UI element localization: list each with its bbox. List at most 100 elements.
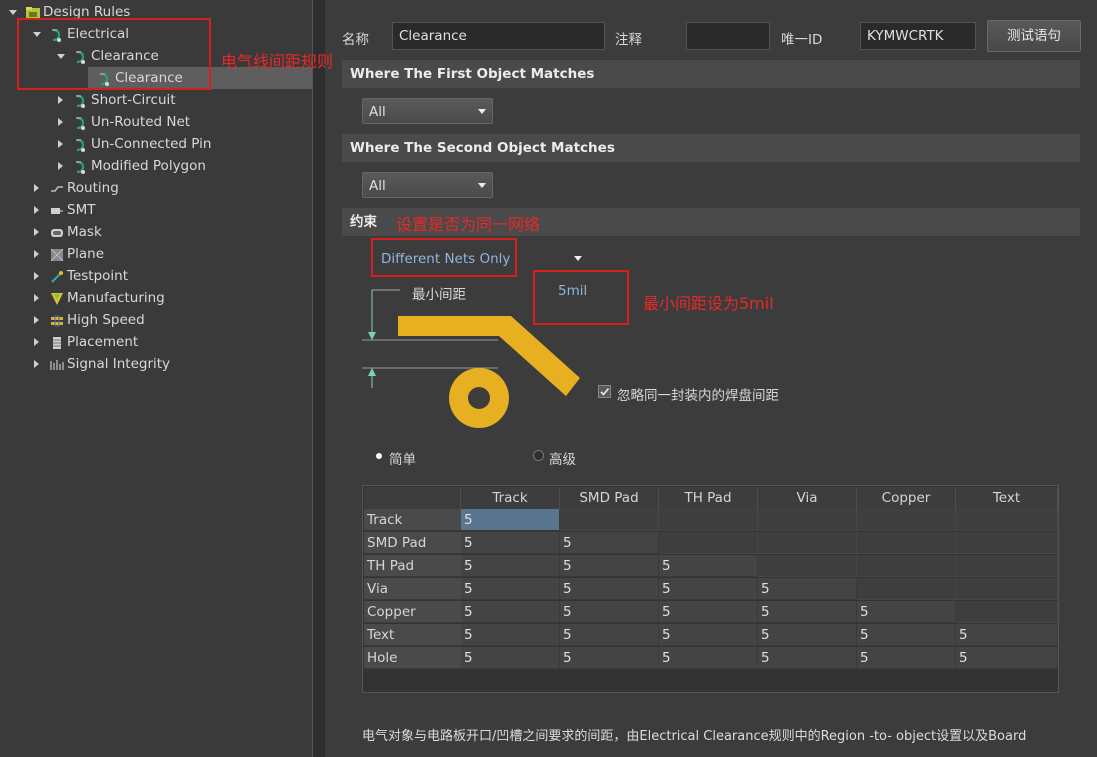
grid-cell[interactable]: 5 [461,532,560,554]
high-speed-icon [50,313,64,327]
rule-icon [74,93,88,108]
grid-cell[interactable]: 5 [758,578,857,600]
tree-item[interactable]: Placement [0,331,312,353]
grid-cell[interactable]: 5 [461,647,560,669]
expand-arrow-icon[interactable] [58,140,63,148]
expand-arrow-icon[interactable] [58,118,63,126]
grid-cell[interactable]: 5 [659,555,758,577]
tree-item[interactable]: Short-Circuit [0,89,312,111]
grid-cell-empty [956,555,1058,577]
grid-row-header: Copper [364,601,461,623]
tree-item-label: Un-Connected Pin [91,136,212,152]
radio-simple[interactable] [374,451,384,461]
grid-cell[interactable]: 5 [560,601,659,623]
expand-arrow-icon[interactable] [34,228,39,236]
grid-cell[interactable]: 5 [560,624,659,646]
radio-simple-label: 简单 [389,452,416,468]
grid-cell[interactable]: 5 [857,624,956,646]
grid-cell-empty [758,555,857,577]
grid-cell[interactable]: 5 [560,578,659,600]
grid-cell[interactable]: 5 [560,532,659,554]
grid-cell[interactable]: 5 [461,509,560,531]
grid-cell[interactable]: 5 [758,601,857,623]
tree-item-label: High Speed [67,312,145,328]
grid-cell[interactable]: 5 [956,647,1058,669]
grid-cell[interactable]: 5 [956,624,1058,646]
comment-label: 注释 [615,32,642,48]
annotation-min-spacing: 最小间距设为5mil [643,294,774,313]
chevron-down-icon [478,183,486,188]
grid-cell-empty [758,532,857,554]
expand-arrow-icon[interactable] [34,272,39,280]
expand-arrow-icon[interactable] [34,206,39,214]
grid-cell[interactable]: 5 [857,601,956,623]
grid-column-header: TH Pad [659,487,758,509]
grid-cell[interactable]: 5 [659,647,758,669]
second-object-section-header: Where The Second Object Matches [342,134,1080,162]
grid-cell-empty [956,509,1058,531]
radio-advanced[interactable] [533,450,544,461]
grid-cell[interactable]: 5 [857,647,956,669]
testpoint-icon [50,269,64,283]
rule-icon [74,159,88,174]
signal-integrity-icon [50,357,64,371]
grid-cell[interactable]: 5 [461,578,560,600]
grid-cell[interactable]: 5 [461,601,560,623]
grid-column-header: Copper [857,487,956,509]
tree-item-label: Mask [67,224,102,240]
grid-cell[interactable]: 5 [659,601,758,623]
expand-arrow-icon[interactable] [34,294,39,302]
tree-item[interactable]: High Speed [0,309,312,331]
tree-item[interactable]: SMT [0,199,312,221]
grid-cell[interactable]: 5 [659,578,758,600]
name-label: 名称 [342,32,369,48]
tree-item[interactable]: Manufacturing [0,287,312,309]
tree-item-label: Modified Polygon [91,158,206,174]
tree-item[interactable]: Mask [0,221,312,243]
collapse-arrow-icon[interactable] [9,10,17,15]
arrow-up-icon [368,368,376,376]
expand-arrow-icon[interactable] [34,338,39,346]
tree-item[interactable]: Modified Polygon [0,155,312,177]
tree-item-label: Testpoint [67,268,129,284]
grid-cell-empty [659,532,758,554]
expand-arrow-icon[interactable] [34,184,39,192]
tree-item[interactable]: Testpoint [0,265,312,287]
tree-item[interactable]: Un-Routed Net [0,111,312,133]
grid-cell[interactable]: 5 [461,555,560,577]
tree-item[interactable]: Plane [0,243,312,265]
expand-arrow-icon[interactable] [34,360,39,368]
footer-description: 电气对象与电路板开口/凹槽之间要求的间距，由Electrical Clearan… [362,729,1027,744]
rule-icon [74,115,88,130]
grid-cell[interactable]: 5 [758,647,857,669]
tree-item-label: Placement [67,334,139,350]
grid-column-header: SMD Pad [560,487,659,509]
grid-row-header: SMD Pad [364,532,461,554]
tree-item[interactable]: Un-Connected Pin [0,133,312,155]
test-query-button[interactable]: 测试语句 [987,20,1081,52]
grid-cell-empty [857,532,956,554]
tree-item[interactable]: Routing [0,177,312,199]
grid-cell[interactable]: 5 [461,624,560,646]
expand-arrow-icon[interactable] [58,162,63,170]
comment-field[interactable] [686,22,770,50]
grid-cell-empty [956,601,1058,623]
expand-arrow-icon[interactable] [34,316,39,324]
grid-cell[interactable]: 5 [560,647,659,669]
grid-cell[interactable]: 5 [758,624,857,646]
expand-arrow-icon[interactable] [34,250,39,258]
grid-row-header: Hole [364,647,461,669]
tree-item[interactable]: Signal Integrity [0,353,312,375]
rules-tree-panel: Design Rules Electrical Clearance Clearance… [0,0,312,757]
grid-cell[interactable]: 5 [560,555,659,577]
name-field[interactable]: Clearance [392,22,605,50]
expand-arrow-icon[interactable] [58,96,63,104]
ignore-pads-checkbox[interactable] [598,385,611,398]
grid-cell-empty [758,509,857,531]
first-object-combo[interactable]: All [362,98,493,124]
plane-icon [50,247,64,262]
grid-cell[interactable]: 5 [659,624,758,646]
uid-field[interactable]: KYMWCRTK [860,22,976,50]
second-object-combo[interactable]: All [362,172,493,198]
panel-splitter[interactable] [312,0,325,757]
